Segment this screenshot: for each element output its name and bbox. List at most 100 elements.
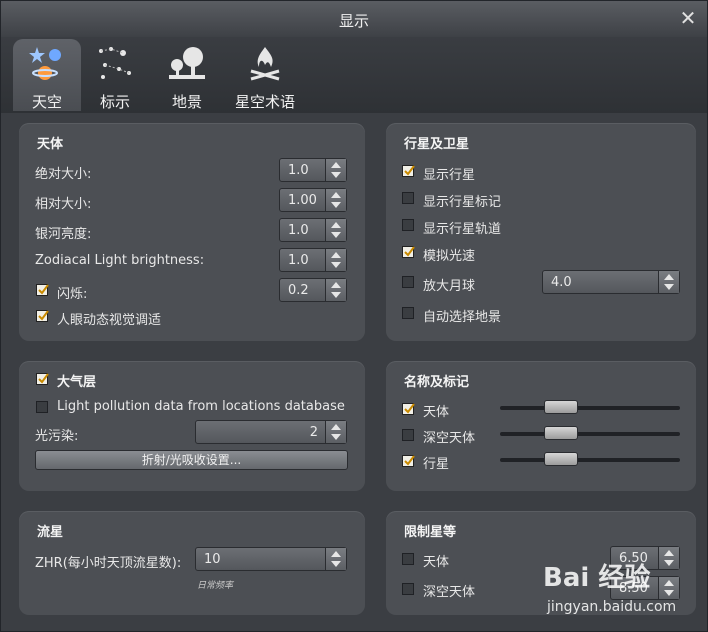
tab-landscape[interactable]: 地景: [153, 39, 221, 111]
tab-label: 星空术语: [234, 93, 295, 111]
planets-header: 行星及卫星: [404, 137, 470, 152]
rel-mag-spinner[interactable]: 1.00: [279, 188, 347, 212]
refraction-settings-button[interactable]: 折射/光吸收设置...: [35, 450, 348, 470]
star-labels-slider[interactable]: [500, 406, 680, 410]
show-planets-label: 显示行星: [423, 168, 476, 183]
check-icon: [404, 165, 415, 176]
atmosphere-checkbox[interactable]: [36, 373, 49, 385]
limit-dso-checkbox[interactable]: [402, 583, 414, 595]
watermark-logo: Bai 经验: [543, 563, 651, 593]
spinner-arrows[interactable]: [325, 159, 346, 181]
titlebar[interactable]: 显示 ✕: [1, 1, 707, 38]
atmosphere-panel: 大气层 Light pollution data from locations …: [19, 361, 365, 491]
light-pollution-label: 光污染:: [35, 429, 79, 444]
window-title: 显示: [338, 12, 369, 30]
twinkle-checkbox[interactable]: [36, 284, 49, 296]
tab-label: 标示: [99, 93, 130, 111]
check-icon: [404, 403, 415, 414]
dso-labels-label: 深空天体: [423, 431, 476, 446]
spinner-arrows[interactable]: [658, 271, 679, 293]
watermark-url: jingyan.baidu.com: [547, 599, 677, 615]
moon-scale-value: 4.0: [551, 275, 572, 290]
adaptation-label: 人眼动态视觉调适: [57, 313, 162, 328]
landscape-icon: [169, 47, 205, 79]
zodiacal-label: Zodiacal Light brightness:: [35, 253, 205, 268]
planet-labels-slider[interactable]: [500, 458, 680, 462]
spinner-arrows[interactable]: [658, 547, 679, 569]
twinkle-spinner[interactable]: 0.2: [279, 278, 347, 302]
light-pollution-spinner[interactable]: 2: [195, 420, 347, 444]
check-icon: [38, 284, 49, 295]
tab-starlore[interactable]: 星空术语: [225, 39, 305, 111]
celestial-panel: 天体 绝对大小: 1.0 相对大小: 1.00 银河亮度: 1.0 Zodiac…: [19, 123, 365, 341]
dso-labels-checkbox[interactable]: [402, 429, 414, 441]
tab-sky[interactable]: 天空: [13, 39, 81, 111]
planet-labels-label: 行星: [423, 457, 450, 472]
sky-icon: [29, 47, 61, 80]
limit-magnitude-header: 限制星等: [404, 525, 457, 540]
auto-landscape-label: 自动选择地景: [423, 310, 502, 325]
moon-scale-spinner[interactable]: 4.0: [542, 270, 680, 294]
twinkle-label: 闪烁:: [57, 287, 88, 302]
labels-header: 名称及标记: [404, 375, 470, 390]
check-icon: [404, 246, 415, 257]
milky-way-label: 银河亮度:: [35, 227, 92, 242]
starlore-icon: [250, 47, 280, 81]
tab-bar: 天空 标示 地景 星空术语: [1, 37, 707, 113]
zhr-label: ZHR(每小时天顶流星数):: [35, 556, 182, 571]
check-icon: [38, 373, 49, 384]
limit-dso-label: 深空天体: [423, 585, 476, 600]
light-speed-label: 模拟光速: [423, 249, 476, 264]
light-speed-checkbox[interactable]: [402, 246, 415, 258]
tab-label: 地景: [171, 93, 202, 111]
show-markers-label: 显示行星标记: [423, 195, 502, 210]
zodiacal-value: 1.0: [288, 253, 309, 268]
twinkle-value: 0.2: [288, 283, 309, 298]
atmosphere-header: 大气层: [57, 375, 97, 390]
planet-labels-checkbox[interactable]: [402, 455, 415, 467]
zhr-value: 10: [204, 552, 221, 567]
moon-scale-label: 放大月球: [423, 279, 476, 294]
adaptation-checkbox[interactable]: [36, 310, 49, 322]
rel-mag-label: 相对大小:: [35, 197, 92, 212]
close-icon[interactable]: ✕: [679, 8, 697, 28]
show-planets-checkbox[interactable]: [402, 165, 415, 177]
spinner-arrows[interactable]: [658, 577, 679, 599]
moon-scale-checkbox[interactable]: [402, 276, 414, 288]
spinner-arrows[interactable]: [325, 189, 346, 211]
spinner-arrows[interactable]: [325, 421, 346, 443]
abs-mag-spinner[interactable]: 1.0: [279, 158, 347, 182]
star-labels-label: 天体: [423, 405, 450, 420]
spinner-arrows[interactable]: [325, 249, 346, 271]
check-icon: [38, 310, 49, 321]
show-orbits-label: 显示行星轨道: [423, 222, 502, 237]
show-orbits-checkbox[interactable]: [402, 219, 414, 231]
star-labels-knob[interactable]: [544, 400, 578, 414]
meteors-header: 流星: [37, 525, 64, 540]
limit-stars-checkbox[interactable]: [402, 553, 414, 565]
zodiacal-spinner[interactable]: 1.0: [279, 248, 347, 272]
check-icon: [404, 455, 415, 466]
milky-way-spinner[interactable]: 1.0: [279, 218, 347, 242]
lp-db-label: Light pollution data from locations data…: [57, 399, 345, 414]
tab-label: 天空: [31, 93, 62, 111]
tab-markings[interactable]: 标示: [81, 39, 149, 111]
spinner-arrows[interactable]: [325, 279, 346, 301]
spinner-arrows[interactable]: [325, 548, 346, 570]
star-labels-checkbox[interactable]: [402, 403, 415, 415]
labels-panel: 名称及标记 天体 深空天体 行星: [386, 361, 696, 491]
milky-way-value: 1.0: [288, 223, 309, 238]
planet-labels-knob[interactable]: [544, 452, 578, 466]
markings-icon: [99, 47, 131, 79]
dso-labels-knob[interactable]: [544, 426, 578, 440]
meteors-panel: 流星 ZHR(每小时天顶流星数): 10 日常频率: [19, 511, 365, 615]
lp-db-checkbox[interactable]: [36, 401, 48, 413]
celestial-header: 天体: [37, 137, 64, 152]
display-window: 显示 ✕ 天空 标示 地景 星空术语 天体 绝对大小: 1.0 相对大小: 1.…: [0, 0, 708, 632]
limit-stars-label: 天体: [423, 555, 450, 570]
show-markers-checkbox[interactable]: [402, 192, 414, 204]
auto-landscape-checkbox[interactable]: [402, 307, 414, 319]
dso-labels-slider[interactable]: [500, 432, 680, 436]
zhr-spinner[interactable]: 10: [195, 547, 347, 571]
spinner-arrows[interactable]: [325, 219, 346, 241]
